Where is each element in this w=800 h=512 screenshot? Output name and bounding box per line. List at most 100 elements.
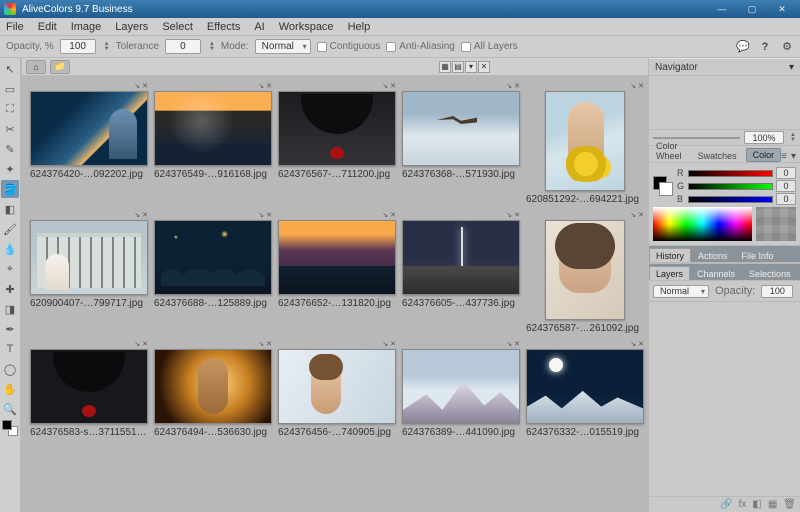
thumbnail-cell[interactable]: ↘✕624376389-…441090.jpg <box>402 340 520 438</box>
zoom-field[interactable]: 100% <box>744 131 784 144</box>
menu-workspace[interactable]: Workspace <box>279 21 334 33</box>
pin-icon[interactable]: ↘ <box>258 340 264 349</box>
thumbnail-image[interactable] <box>278 220 396 295</box>
antialias-check[interactable]: Anti-Aliasing <box>386 41 455 52</box>
contiguous-check[interactable]: Contiguous <box>317 41 381 52</box>
notifications-icon[interactable]: 💬 <box>736 40 750 54</box>
thumbnail-image[interactable] <box>30 349 148 424</box>
pin-icon[interactable]: ↘ <box>134 340 140 349</box>
thumbnail-cell[interactable]: ↘✕624376420-…092202.jpg <box>30 82 148 205</box>
menu-image[interactable]: Image <box>71 21 102 33</box>
thumbnail-cell[interactable]: ↘✕624376605-…437736.jpg <box>402 211 520 334</box>
thumbnail-cell[interactable]: ↘✕624376332-…015519.jpg <box>526 340 644 438</box>
close-icon[interactable]: ✕ <box>390 340 396 349</box>
chevron-down-icon[interactable]: ▾ <box>789 62 794 73</box>
thumbnail-image[interactable] <box>402 91 520 166</box>
pin-icon[interactable]: ↘ <box>506 340 512 349</box>
tab-color[interactable]: Color <box>746 148 782 162</box>
tolerance-field[interactable]: 0 <box>165 39 201 54</box>
fx-icon[interactable]: fx <box>739 499 747 510</box>
close-icon[interactable]: ✕ <box>142 211 148 220</box>
tab-actions[interactable]: Actions <box>691 248 735 262</box>
panel-menu-icon[interactable]: ≡ <box>781 151 787 162</box>
menu-edit[interactable]: Edit <box>38 21 57 33</box>
thumbnail-cell[interactable]: ↘✕624376652-…131820.jpg <box>278 211 396 334</box>
close-icon[interactable]: ✕ <box>266 340 272 349</box>
tab-channels[interactable]: Channels <box>690 266 742 280</box>
close-icon[interactable]: ✕ <box>142 82 148 91</box>
pin-icon[interactable]: ↘ <box>258 211 264 220</box>
thumbnail-cell[interactable]: ↘✕620851292-…694221.jpg <box>526 82 644 205</box>
home-tab[interactable]: ⌂ <box>26 60 46 74</box>
tool-brush[interactable]: 🖌 <box>1 220 19 238</box>
thumbnail-image[interactable] <box>154 91 272 166</box>
view-grid-small[interactable]: ▤ <box>452 61 464 73</box>
thumbnail-image[interactable] <box>30 91 148 166</box>
swatch-grid[interactable] <box>756 207 796 241</box>
thumbnail-image[interactable] <box>545 220 625 320</box>
pin-icon[interactable]: ↘ <box>134 211 140 220</box>
color-spectrum[interactable] <box>653 207 752 241</box>
navigator-body[interactable] <box>649 76 800 130</box>
tool-heal[interactable]: ✚ <box>1 280 19 298</box>
blend-mode-combo[interactable]: Normal <box>653 285 709 298</box>
blue-value[interactable]: 0 <box>776 193 796 205</box>
tool-shape[interactable]: ◯ <box>1 360 19 378</box>
close-icon[interactable]: ✕ <box>390 211 396 220</box>
trash-icon[interactable]: 🗑 <box>783 499 796 510</box>
tool-gradient[interactable]: ◧ <box>1 200 19 218</box>
thumbnail-cell[interactable]: ↘✕624376368-…571930.jpg <box>402 82 520 205</box>
pin-icon[interactable]: ↘ <box>382 211 388 220</box>
window-close-button[interactable]: ✕ <box>768 2 796 16</box>
thumbnail-image[interactable] <box>154 220 272 295</box>
tool-clone[interactable]: ⌖ <box>1 260 19 278</box>
tool-blur[interactable]: 💧 <box>1 240 19 258</box>
tab-color-wheel[interactable]: Color Wheel <box>649 138 691 162</box>
thumbnail-cell[interactable]: ↘✕624376494-…536630.jpg <box>154 340 272 438</box>
red-slider[interactable] <box>688 170 773 177</box>
tool-selection[interactable]: ▭ <box>1 80 19 98</box>
close-icon[interactable]: ✕ <box>638 211 644 220</box>
tab-menu[interactable]: ▾ <box>465 61 477 73</box>
thumbnail-cell[interactable]: ↘✕620900407-…799717.jpg <box>30 211 148 334</box>
thumbnail-cell[interactable]: ↘✕624376456-…740905.jpg <box>278 340 396 438</box>
close-icon[interactable]: ✕ <box>514 340 520 349</box>
pin-icon[interactable]: ↘ <box>630 340 636 349</box>
tab-file-info[interactable]: File Info <box>735 248 781 262</box>
all-layers-check[interactable]: All Layers <box>461 41 518 52</box>
menu-layers[interactable]: Layers <box>115 21 148 33</box>
pin-icon[interactable]: ↘ <box>382 82 388 91</box>
new-layer-icon[interactable]: ▦ <box>768 499 777 510</box>
menu-file[interactable]: File <box>6 21 24 33</box>
pin-icon[interactable]: ↘ <box>258 82 264 91</box>
layers-list[interactable] <box>649 302 800 496</box>
pin-icon[interactable]: ↘ <box>382 340 388 349</box>
thumbnail-image[interactable] <box>545 91 625 191</box>
thumbnail-image[interactable] <box>526 349 644 424</box>
thumbnail-cell[interactable]: ↘✕624376549-…916168.jpg <box>154 82 272 205</box>
menu-ai[interactable]: AI <box>254 21 264 33</box>
red-value[interactable]: 0 <box>776 167 796 179</box>
tab-selections[interactable]: Selections <box>742 266 798 280</box>
tool-bucket[interactable]: 🪣 <box>1 180 19 198</box>
mode-combo[interactable]: Normal <box>255 39 311 54</box>
tool-text[interactable]: T <box>1 340 19 358</box>
tool-transform[interactable]: ⛶ <box>1 100 19 118</box>
pin-icon[interactable]: ↘ <box>134 82 140 91</box>
close-icon[interactable]: ✕ <box>514 82 520 91</box>
navigator-header[interactable]: Navigator ▾ <box>649 58 800 76</box>
close-icon[interactable]: ✕ <box>638 82 644 91</box>
gallery[interactable]: ↘✕624376420-…092202.jpg↘✕624376549-…9161… <box>22 76 648 512</box>
tool-crop[interactable]: ✂ <box>1 120 19 138</box>
tab-swatches[interactable]: Swatches <box>691 148 744 162</box>
pin-icon[interactable]: ↘ <box>506 211 512 220</box>
tab-close[interactable]: ✕ <box>478 61 490 73</box>
zoom-slider[interactable] <box>653 137 740 139</box>
close-icon[interactable]: ✕ <box>514 211 520 220</box>
thumbnail-cell[interactable]: ↘✕624376583-s…3711551.jpg <box>30 340 148 438</box>
thumbnail-image[interactable] <box>30 220 148 295</box>
thumbnail-cell[interactable]: ↘✕624376567-…711200.jpg <box>278 82 396 205</box>
tolerance-down[interactable]: ▼ <box>209 47 215 52</box>
view-grid-large[interactable]: ▦ <box>439 61 451 73</box>
thumbnail-image[interactable] <box>402 220 520 295</box>
